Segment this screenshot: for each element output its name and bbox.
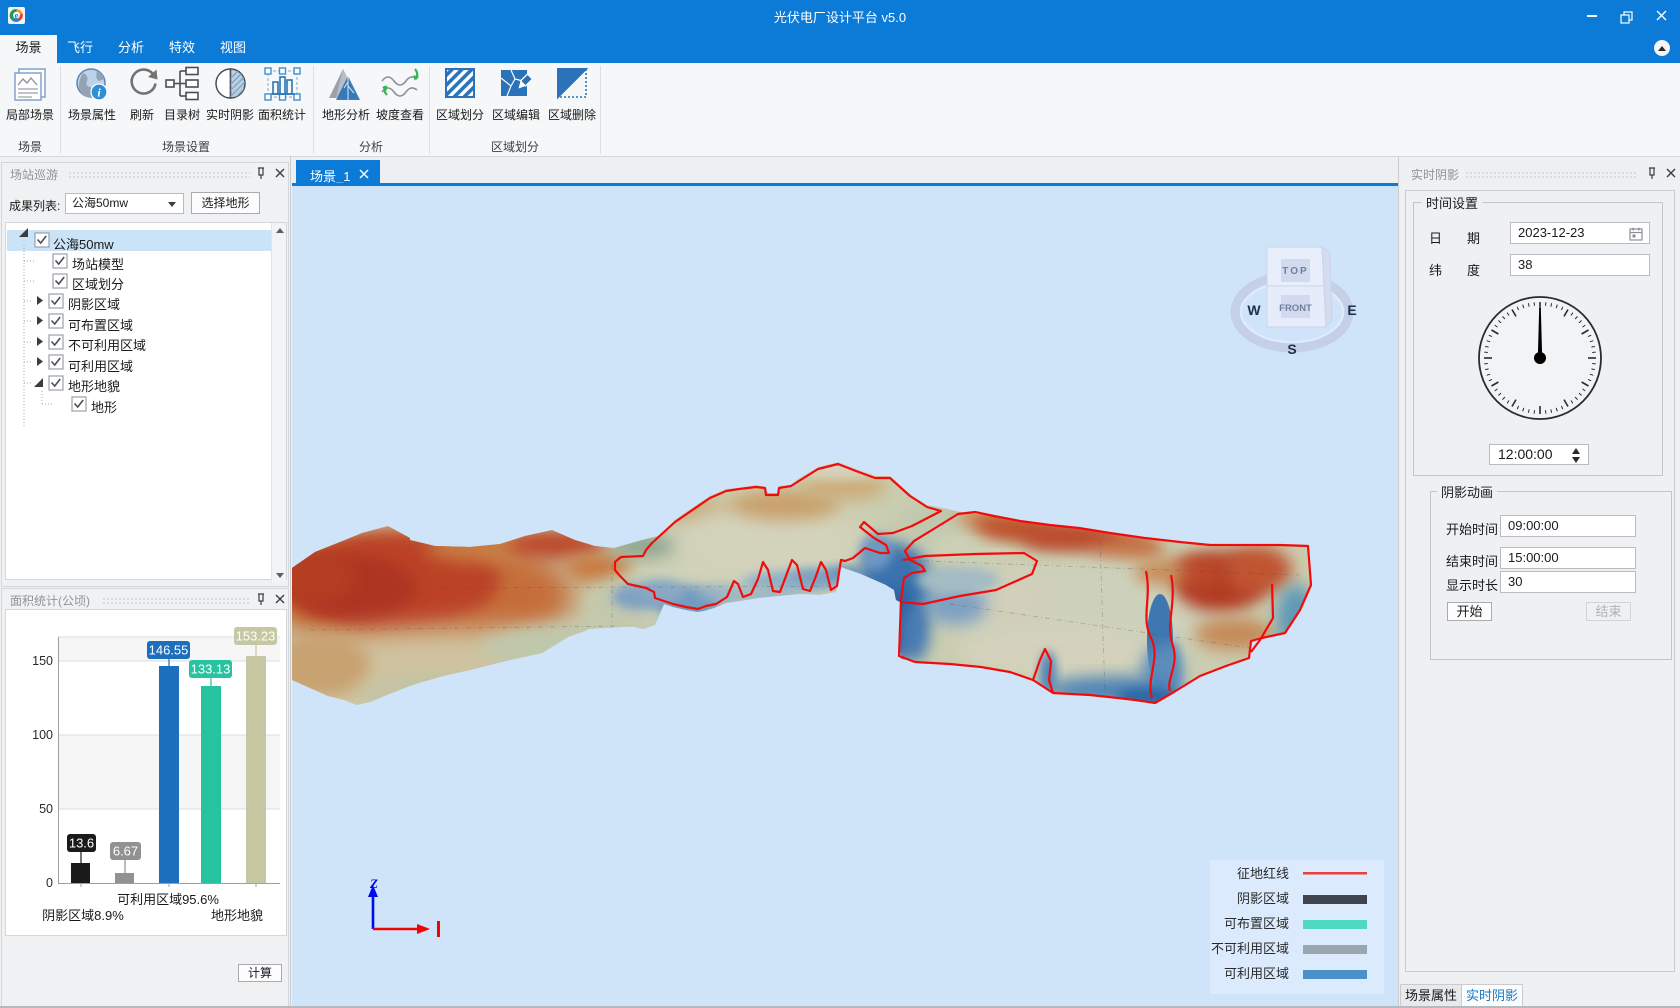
svg-text:E: E (1347, 302, 1356, 318)
svg-text:0: 0 (46, 876, 53, 890)
svg-text:阴影区域: 阴影区域 (1237, 891, 1289, 906)
svg-text:S: S (1287, 341, 1296, 357)
svg-text:阴影区域8.9%: 阴影区域8.9% (42, 908, 124, 923)
svg-text:150: 150 (32, 654, 53, 668)
svg-text:Z: Z (369, 876, 378, 891)
svg-text:6.67: 6.67 (113, 844, 138, 859)
svg-text:不可利用区域: 不可利用区域 (1211, 941, 1289, 956)
svg-text:征地红线: 征地红线 (1237, 866, 1289, 881)
svg-text:100: 100 (32, 728, 53, 742)
svg-text:地形地貌: 地形地貌 (211, 908, 263, 923)
svg-text:可布置区域: 可布置区域 (1224, 916, 1289, 931)
svg-text:153.23: 153.23 (236, 629, 276, 644)
svg-text:133.13: 133.13 (191, 662, 231, 677)
svg-text:FRONT: FRONT (1279, 303, 1312, 314)
svg-text:可利用区域95.6%: 可利用区域95.6% (117, 892, 219, 907)
svg-text:50: 50 (39, 802, 53, 816)
svg-text:146.55: 146.55 (149, 643, 189, 658)
svg-text:W: W (1247, 302, 1261, 318)
svg-text:13.6: 13.6 (69, 836, 94, 851)
svg-text:TOP: TOP (1282, 266, 1308, 277)
svg-text:可利用区域: 可利用区域 (1224, 966, 1289, 981)
svg-text:e: e (15, 10, 19, 20)
